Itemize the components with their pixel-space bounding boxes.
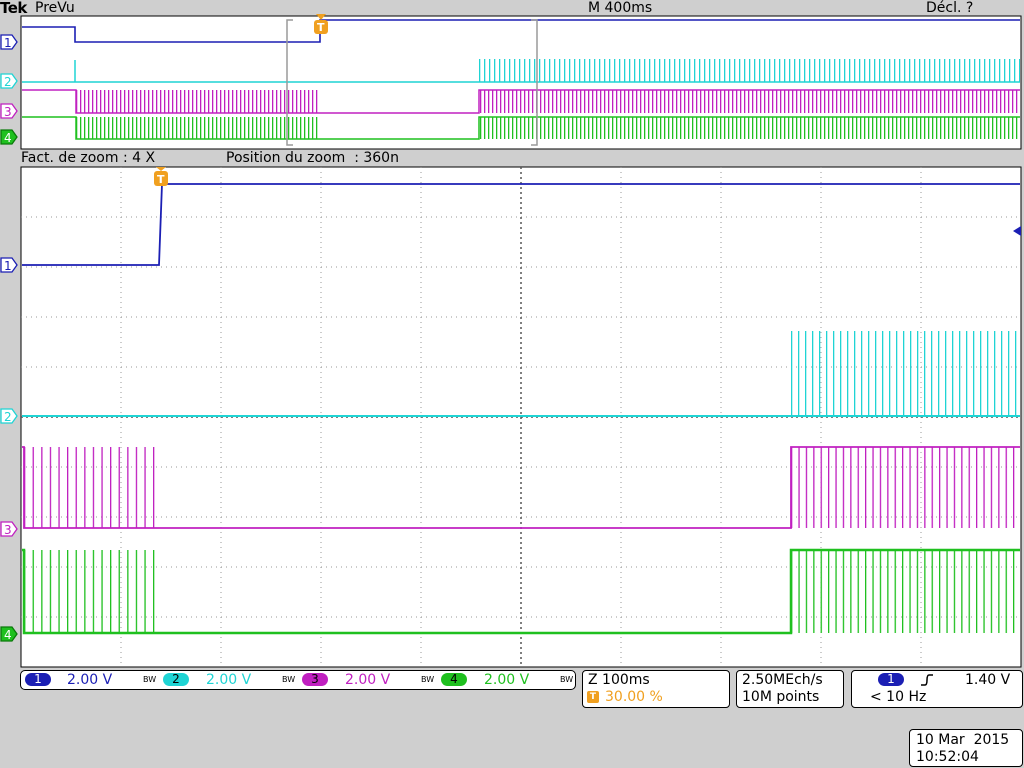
zoom-position: Position du zoom : 360n bbox=[226, 150, 399, 166]
datetime-box: 10 Mar 2015 10:52:04 bbox=[909, 729, 1023, 767]
main-marker-ch1[interactable]: 1 bbox=[0, 257, 18, 273]
channel-2-badge[interactable]: 2 bbox=[163, 673, 189, 686]
overview-marker-ch4[interactable]: 4 bbox=[0, 129, 18, 145]
channel-2-scale[interactable]: 2.00 V bbox=[206, 672, 251, 688]
trigger-level: 1.40 V bbox=[965, 672, 1011, 688]
zoom-factor: Fact. de zoom : 4 X bbox=[21, 150, 156, 166]
channel-4-bw-limit: BW bbox=[560, 675, 574, 684]
trigger-source-badge: 1 bbox=[878, 673, 904, 686]
channel-1-scale[interactable]: 2.00 V bbox=[67, 672, 112, 688]
acquisition-mode: PreVu bbox=[35, 0, 75, 16]
trigger-readout-box[interactable]: 1 1.40 V < 10 Hz bbox=[851, 670, 1023, 708]
trigger-status: Décl. ? bbox=[926, 0, 974, 16]
overview-marker-ch3[interactable]: 3 bbox=[0, 103, 18, 119]
channel-4-badge[interactable]: 4 bbox=[441, 673, 467, 686]
overview-marker-ch1-label: 1 bbox=[4, 36, 12, 50]
channel-1-badge[interactable]: 1 bbox=[25, 673, 51, 686]
trigger-frequency: < 10 Hz bbox=[870, 689, 927, 705]
date-readout: 10 Mar 2015 bbox=[916, 732, 1010, 748]
overview-trigger-label: T bbox=[317, 21, 325, 34]
channel-1-bw-limit: BW bbox=[143, 675, 157, 684]
main-marker-ch2[interactable]: 2 bbox=[0, 408, 18, 424]
trigger-position: 30.00 % bbox=[605, 689, 663, 705]
rising-edge-icon bbox=[921, 674, 933, 686]
channel-3-badge[interactable]: 3 bbox=[302, 673, 328, 686]
main-marker-ch4[interactable]: 4 bbox=[0, 626, 18, 642]
zoom-readout-box[interactable]: Z 100ms T 30.00 % bbox=[582, 670, 730, 708]
sample-rate: 2.50MEch/s bbox=[742, 672, 823, 688]
brand-logo: Tek bbox=[0, 0, 27, 17]
channel-scale-bar: 1 2.00 V BW 2 2.00 V BW 3 2.00 V BW 4 2.… bbox=[20, 670, 576, 690]
channel-2-bw-limit: BW bbox=[282, 675, 296, 684]
main-marker-ch4-label: 4 bbox=[4, 628, 12, 642]
overview-marker-ch2[interactable]: 2 bbox=[0, 73, 18, 89]
main-marker-ch3-label: 3 bbox=[4, 523, 12, 537]
main-marker-ch3[interactable]: 3 bbox=[0, 521, 18, 537]
channel-4-scale[interactable]: 2.00 V bbox=[484, 672, 529, 688]
main-marker-ch2-label: 2 bbox=[4, 410, 12, 424]
overview-channel-markers: 1 2 3 4 bbox=[0, 34, 18, 145]
main-marker-ch1-label: 1 bbox=[4, 259, 12, 273]
trigger-position-icon: T bbox=[587, 691, 599, 703]
overview-marker-ch1[interactable]: 1 bbox=[0, 34, 18, 50]
overview-trigger-marker[interactable]: T bbox=[311, 14, 331, 42]
acquisition-readout-box[interactable]: 2.50MEch/s 10M points bbox=[736, 670, 844, 708]
timebase-readout: M 400ms bbox=[588, 0, 653, 16]
channel-3-bw-limit: BW bbox=[421, 675, 435, 684]
overview-waveform-panel bbox=[20, 15, 1022, 150]
zoom-waveform-display[interactable] bbox=[0, 166, 1024, 669]
channel-3-scale[interactable]: 2.00 V bbox=[345, 672, 390, 688]
main-channel-markers: 1 2 3 4 bbox=[0, 257, 18, 642]
time-readout: 10:52:04 bbox=[916, 749, 979, 765]
overview-marker-ch2-label: 2 bbox=[4, 75, 12, 89]
overview-marker-ch3-label: 3 bbox=[4, 105, 12, 119]
zoom-timebase: Z 100ms bbox=[588, 672, 650, 688]
record-length: 10M points bbox=[742, 689, 820, 705]
main-trigger-marker[interactable]: T bbox=[151, 167, 171, 191]
main-trigger-label: T bbox=[157, 173, 165, 186]
overview-marker-ch4-label: 4 bbox=[4, 131, 12, 145]
